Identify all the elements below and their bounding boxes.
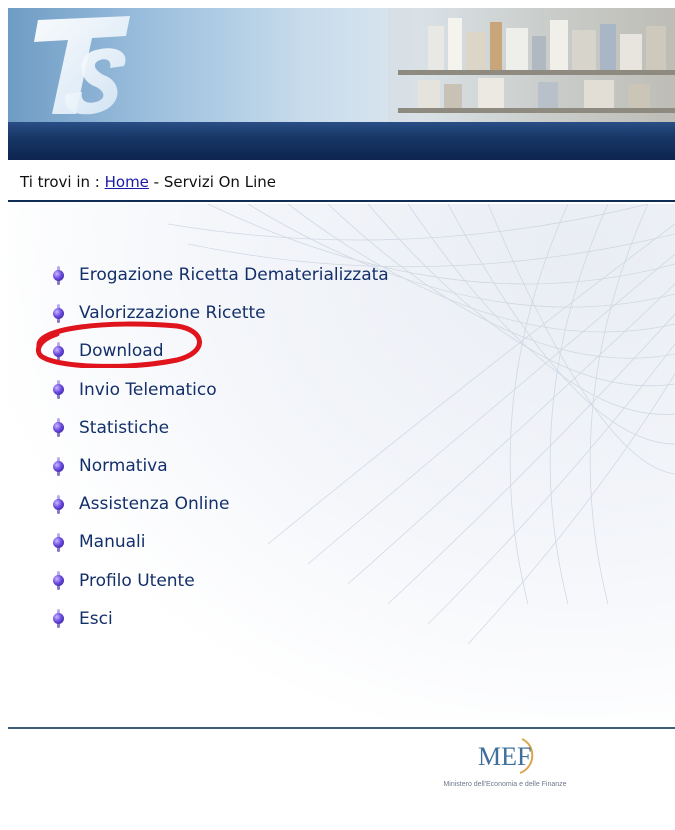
menu-item-manuali[interactable]: Manuali [52, 523, 389, 561]
breadcrumb-home-link[interactable]: Home [105, 173, 149, 191]
menu-item-valorizzazione[interactable]: Valorizzazione Ricette [52, 294, 389, 332]
breadcrumb-separator: - [148, 173, 164, 191]
bullet-icon [52, 265, 65, 285]
mef-emblem-icon: MEF [478, 738, 534, 774]
mef-caption: Ministero dell'Economia e delle Finanze [443, 781, 567, 788]
main-content: Erogazione Ricetta Dematerializzata Valo… [8, 204, 675, 724]
mef-logo-block: MEF Ministero dell'Economia e delle Fina… [420, 733, 590, 803]
menu-item-statistiche[interactable]: Statistiche [52, 409, 389, 447]
menu-item-label: Statistiche [79, 417, 170, 438]
menu-item-label: Erogazione Ricetta Dematerializzata [79, 265, 389, 286]
menu-item-label: Esci [79, 608, 113, 629]
menu-item-assistenza-online[interactable]: Assistenza Online [52, 485, 389, 523]
menu-item-label: Download [79, 341, 164, 362]
menu-item-label: Normativa [79, 456, 168, 477]
bullet-icon [52, 341, 65, 361]
mef-logo: MEF [420, 733, 590, 779]
menu-item-profilo-utente[interactable]: Profilo Utente [52, 562, 389, 600]
services-menu: Erogazione Ricetta Dematerializzata Valo… [52, 256, 389, 638]
breadcrumb: Ti trovi in : Home - Servizi On Line [8, 160, 675, 202]
ts-logo [34, 16, 130, 115]
menu-item-label: Invio Telematico [79, 379, 217, 400]
bullet-icon [52, 494, 65, 514]
menu-item-invio-telematico[interactable]: Invio Telematico [52, 371, 389, 409]
site-header [8, 8, 675, 160]
mef-logo-text: MEF [478, 742, 531, 771]
bullet-icon [52, 571, 65, 591]
menu-item-label: Profilo Utente [79, 570, 195, 591]
menu-item-esci[interactable]: Esci [52, 600, 389, 638]
menu-item-label: Manuali [79, 532, 146, 553]
footer-divider [8, 727, 675, 729]
menu-item-normativa[interactable]: Normativa [52, 447, 389, 485]
pharmacy-shelf-image [388, 8, 675, 122]
menu-item-label: Valorizzazione Ricette [79, 303, 266, 324]
menu-item-download[interactable]: Download [52, 332, 389, 370]
breadcrumb-prefix: Ti trovi in : [20, 173, 105, 191]
breadcrumb-current: Servizi On Line [163, 173, 276, 191]
bullet-icon [52, 303, 65, 323]
bullet-icon [52, 380, 65, 400]
bullet-icon [52, 456, 65, 476]
menu-item-label: Assistenza Online [79, 494, 230, 515]
bullet-icon [52, 609, 65, 629]
header-banner [8, 8, 675, 122]
bullet-icon [52, 418, 65, 438]
bullet-icon [52, 532, 65, 552]
menu-item-erogazione[interactable]: Erogazione Ricetta Dematerializzata [52, 256, 389, 294]
header-navbar [8, 122, 675, 160]
